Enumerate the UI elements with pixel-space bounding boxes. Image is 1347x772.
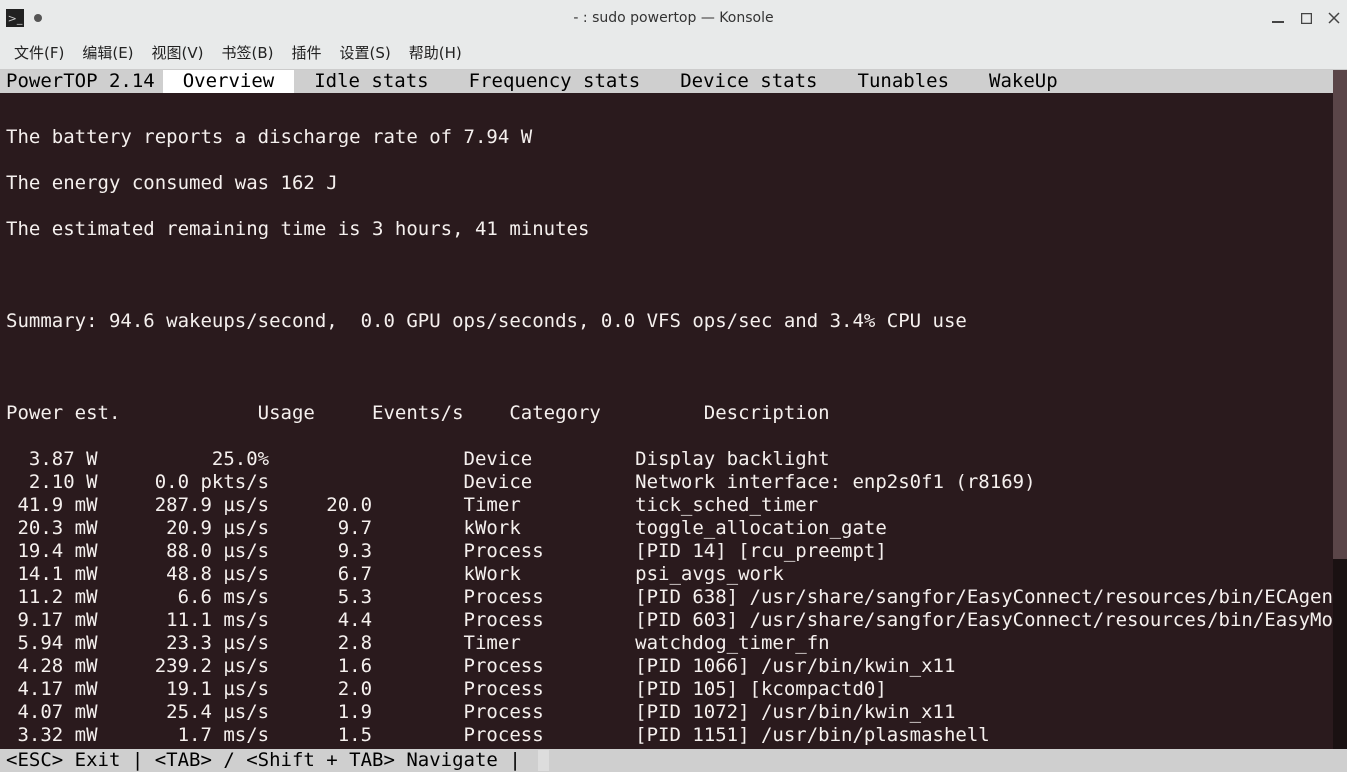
table-row: 3.87 W 25.0% Device Display backlight [6,448,1341,471]
tab-device-stats[interactable]: Device stats [660,70,837,93]
scrollbar-track[interactable] [1333,70,1347,749]
table-row: 4.28 mW 239.2 µs/s 1.6 Process [PID 1066… [6,655,1341,678]
tab-frequency-stats[interactable]: Frequency stats [449,70,661,93]
tab-wakeup[interactable]: WakeUp [969,70,1078,93]
menu-settings[interactable]: 设置(S) [340,42,391,63]
menu-file[interactable]: 文件(F) [14,42,64,63]
table-row: 19.4 mW 88.0 µs/s 9.3 Process [PID 14] [… [6,540,1341,563]
window-titlebar: >_ - : sudo powertop — Konsole [0,0,1347,36]
new-tab-dot-icon[interactable] [34,14,42,22]
maximize-icon[interactable] [1299,11,1313,25]
terminal-cursor [538,750,549,771]
summary-line: Summary: 94.6 wakeups/second, 0.0 GPU op… [6,310,1341,333]
table-row: 3.32 mW 1.7 ms/s 1.5 Process [PID 1151] … [6,724,1341,747]
menu-help[interactable]: 帮助(H) [409,42,462,63]
window-title: - : sudo powertop — Konsole [573,10,773,26]
table-row: 14.1 mW 48.8 µs/s 6.7 kWork psi_avgs_wor… [6,563,1341,586]
menu-edit[interactable]: 编辑(E) [82,42,133,63]
table-row: 4.17 mW 19.1 µs/s 2.0 Process [PID 105] … [6,678,1341,701]
table-row: 11.2 mW 6.6 ms/s 5.3 Process [PID 638] /… [6,586,1341,609]
tab-tunables[interactable]: Tunables [838,70,970,93]
table-row: 2.10 W 0.0 pkts/s Device Network interfa… [6,471,1341,494]
terminal-body[interactable]: The battery reports a discharge rate of … [0,93,1347,749]
table-row: 20.3 mW 20.9 µs/s 9.7 kWork toggle_alloc… [6,517,1341,540]
energy-line: The energy consumed was 162 J [6,172,1341,195]
table-row: 5.94 mW 23.3 µs/s 2.8 Timer watchdog_tim… [6,632,1341,655]
table-row: 9.17 mW 11.1 ms/s 4.4 Process [PID 603] … [6,609,1341,632]
scrollbar-thumb[interactable] [1333,70,1347,559]
menu-plugins[interactable]: 插件 [292,42,322,63]
app-icon: >_ [6,9,24,27]
powertop-tab-strip: PowerTOP 2.14 Overview Idle stats Freque… [0,70,1347,93]
minimize-icon[interactable] [1271,11,1285,25]
powertop-version: PowerTOP 2.14 [0,70,163,93]
menu-bookmarks[interactable]: 书签(B) [222,42,274,63]
table-row: 41.9 mW 287.9 µs/s 20.0 Timer tick_sched… [6,494,1341,517]
table-header: Power est. Usage Events/s Category Descr… [6,402,1341,425]
tab-overview[interactable]: Overview [163,70,295,93]
discharge-line: The battery reports a discharge rate of … [6,126,1341,149]
tab-idle-stats[interactable]: Idle stats [294,70,448,93]
footer-text: <ESC> Exit | <TAB> / <Shift + TAB> Navig… [6,749,532,772]
menu-view[interactable]: 视图(V) [152,42,204,63]
menubar: 文件(F) 编辑(E) 视图(V) 书签(B) 插件 设置(S) 帮助(H) [0,36,1347,70]
close-icon[interactable] [1327,11,1341,25]
terminal-area[interactable]: PowerTOP 2.14 Overview Idle stats Freque… [0,70,1347,772]
powertop-footer: <ESC> Exit | <TAB> / <Shift + TAB> Navig… [0,749,1347,772]
remaining-line: The estimated remaining time is 3 hours,… [6,218,1341,241]
table-row: 4.07 mW 25.4 µs/s 1.9 Process [PID 1072]… [6,701,1341,724]
